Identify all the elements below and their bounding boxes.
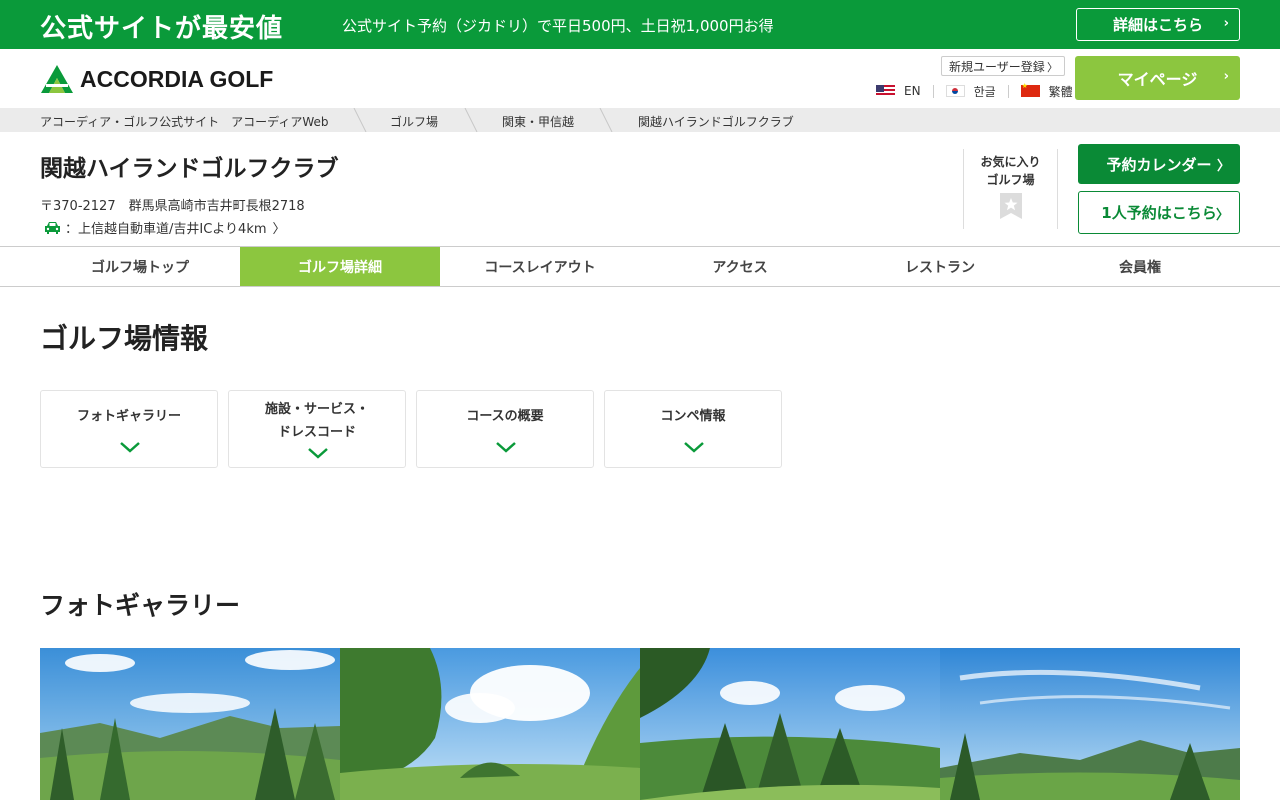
chevron-right-icon: › bbox=[1223, 69, 1229, 84]
accordia-logo[interactable]: ACCORDIA GOLF bbox=[40, 64, 273, 94]
tab-golf-top[interactable]: ゴルフ場トップ bbox=[40, 247, 240, 286]
cn-flag-icon bbox=[1020, 82, 1040, 97]
golf-course-photo bbox=[40, 648, 340, 800]
car-icon bbox=[45, 222, 60, 234]
tab-golf-details[interactable]: ゴルフ場詳細 bbox=[240, 247, 440, 286]
club-name: 関越ハイランドゴルフクラブ bbox=[40, 156, 339, 182]
favorite-toggle[interactable]: お気に入り ゴルフ場 bbox=[963, 149, 1058, 229]
info-card-competition[interactable]: コンペ情報 bbox=[604, 390, 782, 468]
solo-reservation-button[interactable]: 1人予約はこちら 〉 bbox=[1078, 191, 1240, 234]
tab-membership[interactable]: 会員権 bbox=[1040, 247, 1240, 286]
register-label: 新規ユーザー登録 bbox=[949, 59, 1045, 74]
us-flag-icon bbox=[876, 85, 895, 97]
favorite-label: お気に入り ゴルフ場 bbox=[964, 153, 1057, 189]
chevron-right-icon: 〉 bbox=[1215, 208, 1229, 223]
info-card-photo-gallery[interactable]: フォトギャラリー bbox=[40, 390, 218, 468]
breadcrumb-item-current: 関越ハイランドゴルフクラブ bbox=[638, 115, 794, 129]
lang-zh-label: 繁體 bbox=[1048, 84, 1073, 99]
section-title: ゴルフ場情報 bbox=[40, 322, 209, 355]
favorite-label-line1: お気に入り bbox=[980, 155, 1041, 169]
mypage-label: マイページ bbox=[1117, 70, 1198, 89]
gallery-photo[interactable] bbox=[340, 648, 640, 800]
gallery-photo[interactable] bbox=[40, 648, 340, 800]
info-card-facilities[interactable]: 施設・サービス・ ドレスコード bbox=[228, 390, 406, 468]
lang-en[interactable]: EN bbox=[876, 84, 921, 98]
club-address: 〒370-2127 群馬県高崎市吉井町長根2718 bbox=[40, 199, 305, 214]
access-label: 上信越自動車道/吉井ICより4km bbox=[78, 222, 267, 237]
banner-details-button[interactable]: 詳細はこちら › bbox=[1076, 8, 1240, 41]
tab-course-layout[interactable]: コースレイアウト bbox=[440, 247, 640, 286]
breadcrumb-separator-icon bbox=[353, 108, 367, 132]
chevron-down-icon bbox=[308, 448, 328, 459]
golf-course-photo bbox=[340, 648, 640, 800]
tab-restaurant[interactable]: レストラン bbox=[840, 247, 1040, 286]
solo-label: 1人予約はこちら bbox=[1101, 204, 1217, 222]
banner-subtitle: 公式サイト予約（ジカドリ）で平日500円、土日祝1,000円お得 bbox=[342, 17, 774, 35]
kr-flag-icon bbox=[945, 85, 965, 97]
chevron-down-icon bbox=[684, 442, 704, 453]
breadcrumb-item-golf[interactable]: ゴルフ場 bbox=[390, 113, 438, 130]
club-tabs: ゴルフ場トップ ゴルフ場詳細 コースレイアウト アクセス レストラン 会員権 bbox=[0, 246, 1280, 287]
chevron-right-icon: 〉 bbox=[1216, 159, 1230, 174]
breadcrumb-item-home[interactable]: アコーディア・ゴルフ公式サイト アコーディアWeb bbox=[40, 113, 328, 130]
card-label-line2: ドレスコード bbox=[277, 425, 356, 440]
card-label-line1: 施設・サービス・ bbox=[264, 402, 369, 417]
banner-title: 公式サイトが最安値 bbox=[40, 14, 284, 44]
breadcrumb-separator-icon bbox=[599, 108, 613, 132]
reservation-calendar-button[interactable]: 予約カレンダー 〉 bbox=[1078, 144, 1240, 184]
logo-mark-icon bbox=[41, 65, 73, 93]
lang-zh[interactable]: 繁體 bbox=[1020, 82, 1073, 100]
tab-access[interactable]: アクセス bbox=[640, 247, 840, 286]
card-label: フォトギャラリー bbox=[76, 409, 181, 424]
breadcrumb: アコーディア・ゴルフ公式サイト アコーディアWeb ゴルフ場 関東・甲信越 関越… bbox=[0, 108, 1280, 132]
language-switcher: EN 한글 繁體 bbox=[876, 82, 1073, 100]
card-label: コースの概要 bbox=[466, 409, 544, 424]
favorite-label-line2: ゴルフ場 bbox=[986, 173, 1035, 187]
register-button[interactable]: 新規ユーザー登録 〉 bbox=[941, 56, 1065, 76]
club-access-link[interactable]: ： 上信越自動車道/吉井ICより4km 〉 bbox=[44, 218, 286, 237]
banner-details-label: 詳細はこちら bbox=[1112, 16, 1203, 34]
mypage-button[interactable]: マイページ › bbox=[1075, 56, 1240, 100]
card-label: コンペ情報 bbox=[660, 409, 726, 424]
golf-course-photo bbox=[640, 648, 940, 800]
lang-en-label: EN bbox=[904, 84, 921, 98]
chevron-right-icon: 〉 bbox=[1047, 61, 1058, 74]
lang-divider bbox=[932, 84, 934, 98]
promo-banner: 公式サイトが最安値 公式サイト予約（ジカドリ）で平日500円、土日祝1,000円… bbox=[0, 0, 1280, 49]
info-card-course-overview[interactable]: コースの概要 bbox=[416, 390, 594, 468]
gallery-title: フォトギャラリー bbox=[40, 591, 241, 620]
access-colon: ： bbox=[65, 222, 79, 237]
lang-divider bbox=[1007, 84, 1009, 98]
gallery-photo[interactable] bbox=[640, 648, 940, 800]
golf-course-photo bbox=[940, 648, 1240, 800]
gallery-photo[interactable] bbox=[940, 648, 1240, 800]
calendar-label: 予約カレンダー bbox=[1106, 155, 1212, 174]
lang-ko[interactable]: 한글 bbox=[945, 83, 996, 100]
chevron-right-icon: 〉 bbox=[272, 222, 286, 237]
breadcrumb-item-region[interactable]: 関東・甲信越 bbox=[502, 113, 574, 130]
logo-text: ACCORDIA GOLF bbox=[80, 65, 274, 92]
chevron-down-icon bbox=[120, 442, 140, 453]
lang-ko-label: 한글 bbox=[973, 84, 996, 99]
chevron-down-icon bbox=[496, 442, 516, 453]
chevron-right-icon: › bbox=[1223, 16, 1229, 31]
bookmark-star-icon bbox=[999, 193, 1022, 219]
breadcrumb-separator-icon bbox=[464, 108, 478, 132]
